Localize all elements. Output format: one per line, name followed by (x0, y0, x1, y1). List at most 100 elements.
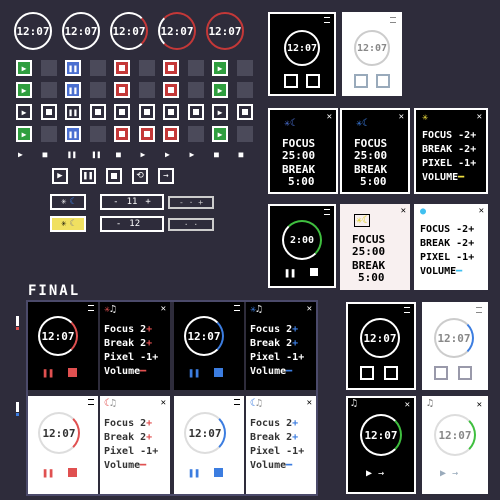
sprite-button[interactable] (40, 126, 57, 142)
sprite-button[interactable] (114, 126, 130, 142)
sprite-button[interactable] (163, 82, 179, 98)
sprite-button[interactable] (89, 82, 106, 98)
sprite-button[interactable] (40, 104, 57, 120)
stop-button[interactable] (376, 74, 390, 88)
close-icon[interactable]: ✕ (307, 398, 312, 408)
sprite-button[interactable] (138, 126, 155, 142)
sprite-button[interactable] (138, 104, 155, 120)
menu-icon[interactable] (324, 209, 330, 215)
sprite-button[interactable]: ▶ (212, 104, 228, 120)
sprite-button[interactable]: ▶ (212, 60, 228, 76)
sprite-button[interactable] (187, 104, 204, 120)
stop-button[interactable] (106, 168, 122, 184)
sprite-button[interactable]: ❚❚ (65, 104, 81, 120)
stop-icon[interactable] (214, 468, 223, 477)
sprite-button[interactable] (89, 126, 106, 142)
pause-button[interactable] (354, 74, 368, 88)
pause-button[interactable] (434, 366, 448, 380)
sprite-button[interactable]: ▶ (16, 126, 32, 142)
close-icon[interactable]: ✕ (401, 206, 406, 216)
moon-icon[interactable]: ● (420, 206, 426, 217)
stop-button[interactable] (458, 366, 472, 380)
close-icon[interactable]: ✕ (477, 400, 482, 410)
stepper-b-small[interactable]: · · (168, 218, 214, 231)
close-icon[interactable]: ✕ (161, 304, 166, 314)
sprite-button[interactable]: ▶ (212, 126, 228, 142)
close-icon[interactable]: ✕ (161, 398, 166, 408)
close-icon[interactable]: ✕ (327, 112, 332, 122)
sprite-button[interactable] (236, 104, 253, 120)
stop-button[interactable] (384, 366, 398, 380)
play-icon[interactable]: ▶ → (440, 468, 458, 479)
pause-button[interactable] (284, 74, 298, 88)
pause-icon[interactable]: ❚❚ (188, 368, 200, 379)
menu-icon[interactable] (88, 399, 94, 405)
close-icon[interactable]: ✕ (405, 400, 410, 410)
pause-icon[interactable]: ❚❚ (42, 468, 54, 479)
sprite-button[interactable]: ▶ (16, 82, 32, 98)
stepper-a[interactable]: - 11 + (100, 194, 164, 210)
menu-icon[interactable] (404, 307, 410, 313)
stop-icon[interactable] (310, 268, 318, 276)
sprite-button[interactable] (89, 104, 106, 120)
stop-button[interactable] (306, 74, 320, 88)
pause-icon[interactable]: ❚❚ (188, 468, 200, 479)
sprite-button[interactable]: ▶ (16, 104, 32, 120)
sprite-button[interactable]: ▶ (212, 82, 228, 98)
sprite-button[interactable] (163, 126, 179, 142)
sprite-button[interactable] (163, 60, 179, 76)
repeat-button[interactable]: ⟲ (132, 168, 148, 184)
close-icon[interactable]: ✕ (477, 112, 482, 122)
stop-icon[interactable] (68, 468, 77, 477)
theme-toggle-icon[interactable]: ✳☾ (284, 118, 296, 129)
sprite-button[interactable]: ▶ (16, 60, 32, 76)
next-button[interactable]: → (158, 168, 174, 184)
moon-icon[interactable]: ☾♫ (104, 398, 116, 409)
stepper-a-small[interactable]: - · + (168, 196, 214, 209)
stop-icon[interactable] (214, 368, 223, 377)
close-icon[interactable]: ✕ (399, 112, 404, 122)
menu-icon[interactable] (234, 399, 240, 405)
sprite-button[interactable] (187, 126, 204, 142)
moon-icon[interactable]: ☾♫ (250, 398, 262, 409)
sprite-button[interactable] (236, 82, 253, 98)
sprite-button[interactable] (40, 82, 57, 98)
sprite-button[interactable]: ❚❚ (65, 126, 81, 142)
theme-toggle-icon[interactable]: ✳☾ (354, 214, 371, 227)
sun-icon[interactable]: ✳ (422, 112, 428, 123)
sprite-button[interactable] (236, 126, 253, 142)
sprite-button[interactable] (40, 60, 57, 76)
theme-toggle-icon[interactable]: ✳☾ (356, 118, 368, 129)
music-icon[interactable]: ♫ (351, 398, 357, 409)
menu-icon[interactable] (476, 307, 482, 313)
sprite-button[interactable]: ❚❚ (65, 60, 81, 76)
sprite-button[interactable] (114, 82, 130, 98)
menu-icon[interactable] (88, 305, 94, 311)
sprite-button[interactable] (187, 82, 204, 98)
sprite-button[interactable]: ❚❚ (65, 82, 81, 98)
sprite-button[interactable] (236, 60, 253, 76)
stepper-b[interactable]: - 12 (100, 216, 164, 232)
close-icon[interactable]: ✕ (479, 206, 484, 216)
sprite-button[interactable] (187, 60, 204, 76)
theme-toggle-dark[interactable]: ✳ ☾ (50, 194, 86, 210)
pause-button[interactable]: ❚❚ (80, 168, 96, 184)
sprite-button[interactable] (89, 60, 106, 76)
music-icon[interactable]: ♫ (427, 398, 433, 409)
menu-icon[interactable] (390, 17, 396, 23)
theme-toggle-light[interactable]: ✳ ☾ (50, 216, 86, 232)
sprite-button[interactable] (138, 82, 155, 98)
pause-button[interactable] (360, 366, 374, 380)
stop-icon[interactable] (68, 368, 77, 377)
sun-icon[interactable]: ✳♫ (250, 304, 262, 315)
sun-icon[interactable]: ✳♫ (104, 304, 116, 315)
sprite-button[interactable] (138, 60, 155, 76)
close-icon[interactable]: ✕ (307, 304, 312, 314)
sprite-button[interactable] (114, 60, 130, 76)
sprite-button[interactable] (163, 104, 179, 120)
pause-icon[interactable]: ❚❚ (42, 368, 54, 379)
menu-icon[interactable] (234, 305, 240, 311)
play-icon[interactable]: ▶ → (366, 468, 384, 479)
pause-icon[interactable]: ❚❚ (284, 268, 296, 279)
menu-icon[interactable] (324, 17, 330, 23)
